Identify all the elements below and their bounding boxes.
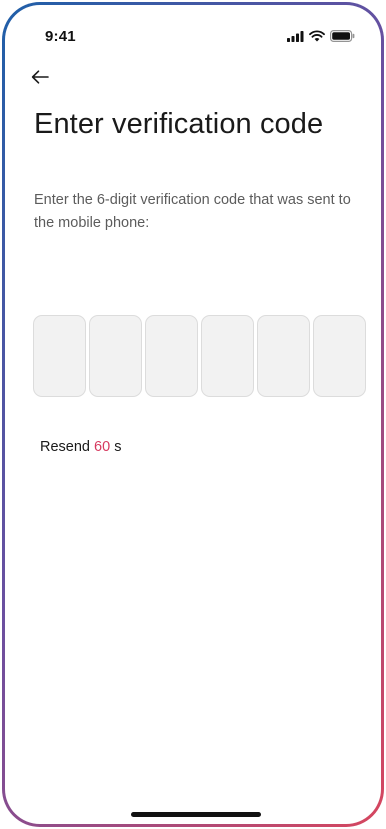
code-digit-3[interactable] [145,315,198,397]
device-frame: 9:41 Enter verification code Enter the 6… [2,2,384,827]
cellular-signal-icon [287,29,304,47]
status-icons [287,29,355,47]
resend-timer[interactable]: Resend 60 s [40,439,121,455]
screen: 9:41 Enter verification code Enter the 6… [5,5,381,824]
back-button[interactable] [27,67,53,91]
resend-unit: s [114,439,122,455]
home-indicator [131,812,261,817]
code-digit-1[interactable] [33,315,86,397]
instruction-text: Enter the 6-digit verification code that… [34,192,351,231]
code-digit-5[interactable] [257,315,310,397]
resend-countdown: 60 [94,439,111,455]
verification-code-inputs [33,315,366,397]
code-digit-6[interactable] [313,315,366,397]
wifi-icon [309,29,325,47]
status-bar: 9:41 [5,5,381,59]
resend-label: Resend [40,439,90,455]
code-digit-2[interactable] [89,315,142,397]
page-title: Enter verification code [34,108,324,140]
status-time: 9:41 [45,28,76,45]
arrow-left-icon [31,69,49,89]
battery-icon [330,29,355,47]
code-digit-4[interactable] [201,315,254,397]
